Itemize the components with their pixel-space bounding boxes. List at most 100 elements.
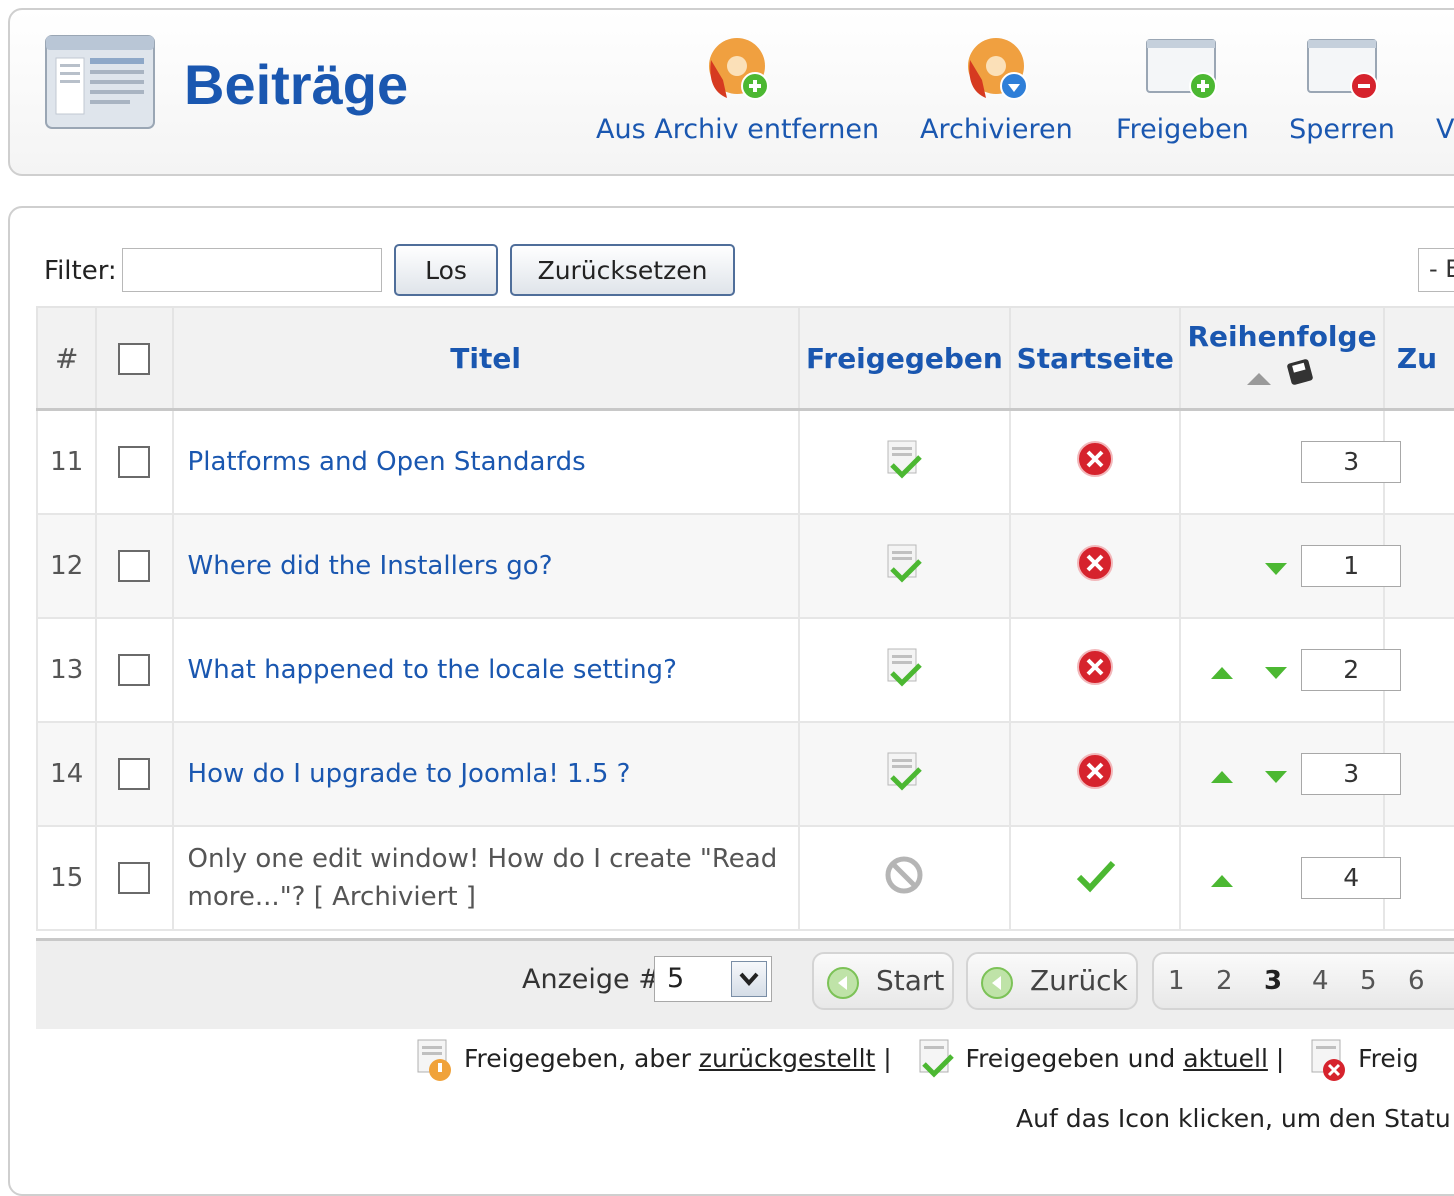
- row-checkbox-cell: [95, 514, 174, 619]
- published-icon[interactable]: [882, 749, 926, 793]
- order-input[interactable]: 1: [1301, 545, 1402, 587]
- order-down-icon[interactable]: [1263, 559, 1289, 579]
- order-up-icon[interactable]: [1209, 663, 1235, 683]
- prev-arrow-icon: [981, 967, 1013, 999]
- row-checkbox[interactable]: [118, 862, 151, 894]
- legend: Freigegeben, aber zurückgestellt | Freig…: [414, 1036, 1419, 1084]
- filter-label: Filter:: [44, 256, 117, 286]
- order-header-label[interactable]: Reihenfolge: [1181, 320, 1383, 353]
- archived-label: [ Archiviert ]: [313, 882, 476, 912]
- article-title[interactable]: What happened to the locale setting?: [188, 655, 677, 685]
- row-checkbox[interactable]: [118, 446, 151, 478]
- page-current: 3: [1264, 966, 1283, 996]
- expired-icon: [1311, 1039, 1346, 1081]
- row-number: 11: [35, 409, 98, 515]
- page-link[interactable]: 2: [1216, 966, 1233, 996]
- published-icon[interactable]: [882, 437, 926, 481]
- publish-icon: [1146, 39, 1217, 100]
- pending-icon: [417, 1039, 451, 1081]
- display-num-label: Anzeige #: [522, 964, 661, 995]
- row-number: 15: [35, 826, 98, 931]
- select-all-checkbox[interactable]: [118, 343, 151, 375]
- frontpage-cell: [1009, 722, 1182, 827]
- legend-pending-link[interactable]: zurückgestellt: [699, 1044, 875, 1073]
- unarchive-button[interactable]: Aus Archiv entfernen: [596, 30, 879, 145]
- legend-current-link[interactable]: aktuell: [1183, 1044, 1268, 1073]
- order-input[interactable]: 2: [1301, 649, 1402, 691]
- published-cell: [797, 618, 1012, 723]
- row-checkbox[interactable]: [118, 758, 151, 790]
- publish-button[interactable]: Freigeben: [1116, 30, 1249, 145]
- archived-icon[interactable]: [882, 853, 926, 897]
- more-label: V: [1436, 114, 1454, 145]
- published-cell: [797, 409, 1012, 515]
- archive-button[interactable]: Archivieren: [920, 30, 1073, 145]
- chevron-down-icon[interactable]: [731, 961, 767, 997]
- page-link[interactable]: 1: [1168, 966, 1185, 996]
- article-title[interactable]: Where did the Installers go?: [188, 551, 553, 581]
- legend-current-text: Freigegeben und: [965, 1044, 1184, 1073]
- row-checkbox[interactable]: [118, 550, 151, 582]
- col-order: Reihenfolge: [1179, 306, 1385, 411]
- col-published[interactable]: Freigegeben: [797, 306, 1012, 411]
- display-num-value: 5: [667, 963, 685, 994]
- published-cell: [797, 722, 1012, 827]
- order-up-icon[interactable]: [1209, 871, 1235, 891]
- order-cell: 1: [1179, 514, 1402, 619]
- col-frontpage[interactable]: Startseite: [1009, 306, 1182, 411]
- page-link[interactable]: 6: [1408, 966, 1425, 996]
- order-up-icon[interactable]: [1209, 767, 1235, 787]
- archive-label: Archivieren: [920, 114, 1073, 145]
- published-icon[interactable]: [882, 541, 926, 585]
- unpublish-icon: [1307, 39, 1378, 100]
- article-title[interactable]: How do I upgrade to Joomla! 1.5 ?: [188, 759, 631, 789]
- go-button[interactable]: Los: [394, 244, 498, 296]
- order-cell: 3: [1179, 722, 1402, 827]
- frontpage-icon[interactable]: [1073, 853, 1117, 897]
- title-cell: How do I upgrade to Joomla! 1.5 ?: [171, 722, 800, 827]
- table-header-row: # Titel Freigegeben Startseite Reihenfol…: [35, 306, 1454, 411]
- publish-label: Freigeben: [1116, 114, 1249, 145]
- order-input[interactable]: 4: [1301, 857, 1402, 899]
- filter-input[interactable]: [122, 248, 382, 292]
- page-link[interactable]: 4: [1312, 966, 1329, 996]
- start-button[interactable]: Start: [812, 952, 954, 1010]
- row-checkbox[interactable]: [118, 654, 151, 686]
- article-title[interactable]: Platforms and Open Standards: [188, 447, 586, 477]
- sort-asc-icon: [1247, 373, 1272, 385]
- section-filter-select[interactable]: - E: [1418, 248, 1454, 292]
- not-frontpage-icon[interactable]: [1075, 647, 1115, 687]
- row-number: 12: [35, 514, 98, 619]
- article-manager-icon: [45, 35, 155, 129]
- order-cell: 3: [1179, 409, 1402, 515]
- table-row: 13 What happened to the locale setting? 2: [35, 618, 1454, 723]
- archive-icon: [968, 38, 1028, 100]
- published-icon[interactable]: [882, 645, 926, 689]
- page-title: Beiträge: [184, 53, 409, 116]
- reset-button[interactable]: Zurücksetzen: [510, 244, 735, 296]
- table-row: 12 Where did the Installers go? 1: [35, 514, 1454, 619]
- not-frontpage-icon[interactable]: [1075, 751, 1115, 791]
- order-input[interactable]: 3: [1301, 441, 1402, 483]
- more-button[interactable]: V: [1436, 30, 1454, 145]
- current-icon: [919, 1039, 954, 1078]
- row-checkbox-cell: [95, 409, 174, 515]
- row-number: 13: [35, 618, 98, 723]
- order-cell: 4: [1179, 826, 1402, 931]
- order-input[interactable]: 3: [1301, 753, 1402, 795]
- col-title[interactable]: Titel: [171, 306, 800, 411]
- order-down-icon[interactable]: [1263, 663, 1289, 683]
- row-checkbox-cell: [95, 722, 174, 827]
- page-numbers: 1 2 3 4 5 6: [1152, 952, 1454, 1010]
- prev-button[interactable]: Zurück: [966, 952, 1138, 1010]
- unpublish-button[interactable]: Sperren: [1288, 30, 1396, 145]
- page-link[interactable]: 5: [1360, 966, 1377, 996]
- col-access[interactable]: Zu: [1382, 306, 1454, 411]
- frontpage-cell: [1009, 618, 1182, 723]
- not-frontpage-icon[interactable]: [1075, 439, 1115, 479]
- order-down-icon[interactable]: [1263, 767, 1289, 787]
- not-frontpage-icon[interactable]: [1075, 543, 1115, 583]
- save-order-icon[interactable]: [1283, 357, 1319, 389]
- title-cell: Platforms and Open Standards: [171, 409, 800, 515]
- display-num-select[interactable]: 5: [654, 956, 772, 1002]
